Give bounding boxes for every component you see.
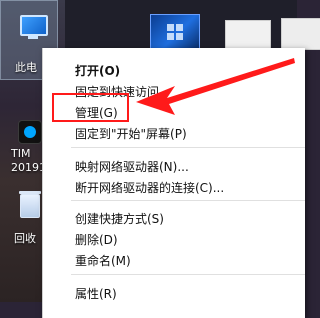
annotation-arrow-icon <box>136 58 295 115</box>
